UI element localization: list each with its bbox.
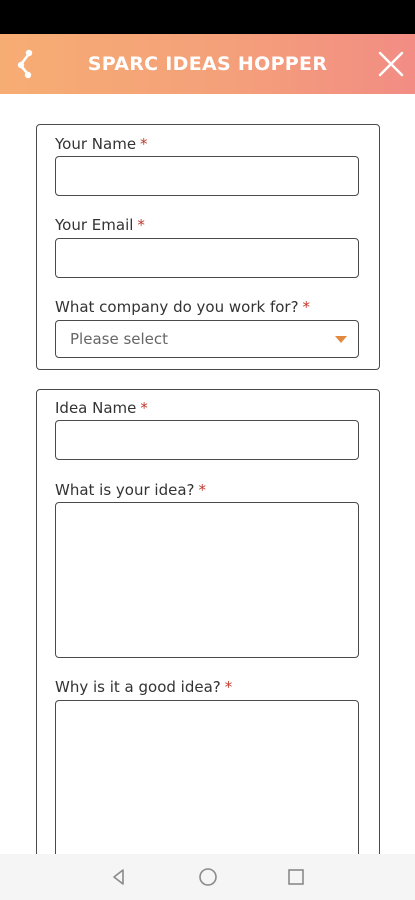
why-good-idea-textarea[interactable] (55, 700, 359, 854)
idea-name-input[interactable] (55, 420, 359, 460)
app-title: SPARC IDEAS HOPPER (87, 53, 328, 75)
required-marker: * (137, 216, 145, 234)
your-email-input[interactable] (55, 238, 359, 278)
company-select-value: Please select (70, 330, 169, 348)
home-circle-icon[interactable] (197, 866, 219, 888)
idea-section: Idea Name * What is your idea? * Why is it… (36, 389, 380, 854)
required-marker: * (140, 399, 148, 417)
idea-name-label: Idea Name * (55, 399, 148, 417)
form-scroll-area[interactable]: Your Name * Your Email * What company do y… (0, 94, 415, 854)
your-email-label: Your Email * (55, 216, 145, 234)
contact-section: Your Name * Your Email * What company do y… (36, 124, 380, 370)
back-triangle-icon[interactable] (108, 866, 130, 888)
required-marker: * (302, 298, 311, 316)
recents-square-icon[interactable] (285, 866, 307, 888)
your-name-input[interactable] (55, 156, 359, 196)
required-marker: * (140, 135, 148, 153)
status-bar (0, 0, 415, 34)
app-header: SPARC IDEAS HOPPER (0, 34, 415, 94)
company-label: What company do you work for? * (55, 298, 311, 316)
your-name-label: Your Name * (55, 135, 148, 153)
idea-description-label: What is your idea? * (55, 481, 206, 499)
why-good-idea-label: Why is it a good idea? * (55, 678, 233, 696)
required-marker: * (224, 678, 233, 696)
idea-description-textarea[interactable] (55, 502, 359, 658)
chevron-down-icon (335, 336, 347, 343)
required-marker: * (198, 481, 207, 499)
system-nav-bar (0, 854, 415, 900)
company-select[interactable]: Please select (55, 320, 359, 358)
close-icon[interactable] (376, 49, 406, 79)
